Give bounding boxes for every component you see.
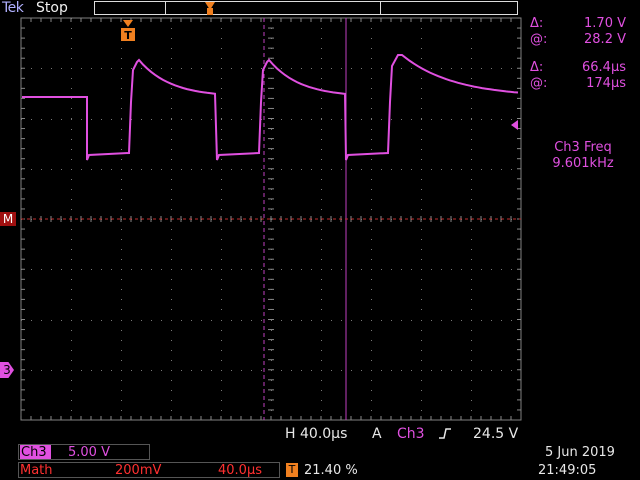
at-v-readout: @: 28.2 V <box>530 32 626 47</box>
record-trigger-marker <box>205 2 215 15</box>
ch3-trace <box>22 54 519 161</box>
math-ground-marker: M <box>0 212 16 226</box>
math-scale: 200mV <box>115 463 162 478</box>
trigger-pos-icon: T <box>286 463 298 477</box>
acquisition-mode-label: A <box>372 426 382 442</box>
math-time: 40.0µs <box>218 463 262 478</box>
timebase-bar: H 40.0µs A Ch3 24.5 V <box>0 424 640 442</box>
trigger-pos-value: 21.40 % <box>304 463 358 478</box>
cursor-readouts: Δ: 1.70 V @: 28.2 V Δ: 66.4µs @: 174µs <box>528 16 638 92</box>
trigger-level: 24.5 V <box>473 426 519 442</box>
ch3-label: Ch3 <box>20 445 51 460</box>
horizontal-label: H <box>285 426 296 442</box>
channel-settings-bar: Ch3 5.00 V Math 200mV 40.0µs T 21.40 % 5… <box>0 444 640 480</box>
trigger-level-icon <box>511 120 518 130</box>
horizontal-scale: 40.0µs <box>300 426 348 442</box>
time-label: 21:49:05 <box>538 463 597 478</box>
rising-edge-icon <box>439 428 451 439</box>
measurement-readout: Ch3 Freq 9.601kHz <box>528 140 638 172</box>
trigger-source: Ch3 <box>397 426 425 442</box>
measurement-label: Ch3 Freq <box>554 140 612 155</box>
date-label: 5 Jun 2019 <box>545 445 615 460</box>
svg-text:T: T <box>124 29 132 42</box>
trigger-position-icon: T <box>121 20 135 42</box>
delta-t-readout: Δ: 66.4µs <box>530 60 626 75</box>
delta-v-readout: Δ: 1.70 V <box>530 16 626 31</box>
math-label: Math <box>20 463 53 478</box>
measurement-value: 9.601kHz <box>552 156 614 171</box>
at-t-readout: @: 174µs <box>530 76 626 91</box>
ch3-scale: 5.00 V <box>68 445 110 460</box>
